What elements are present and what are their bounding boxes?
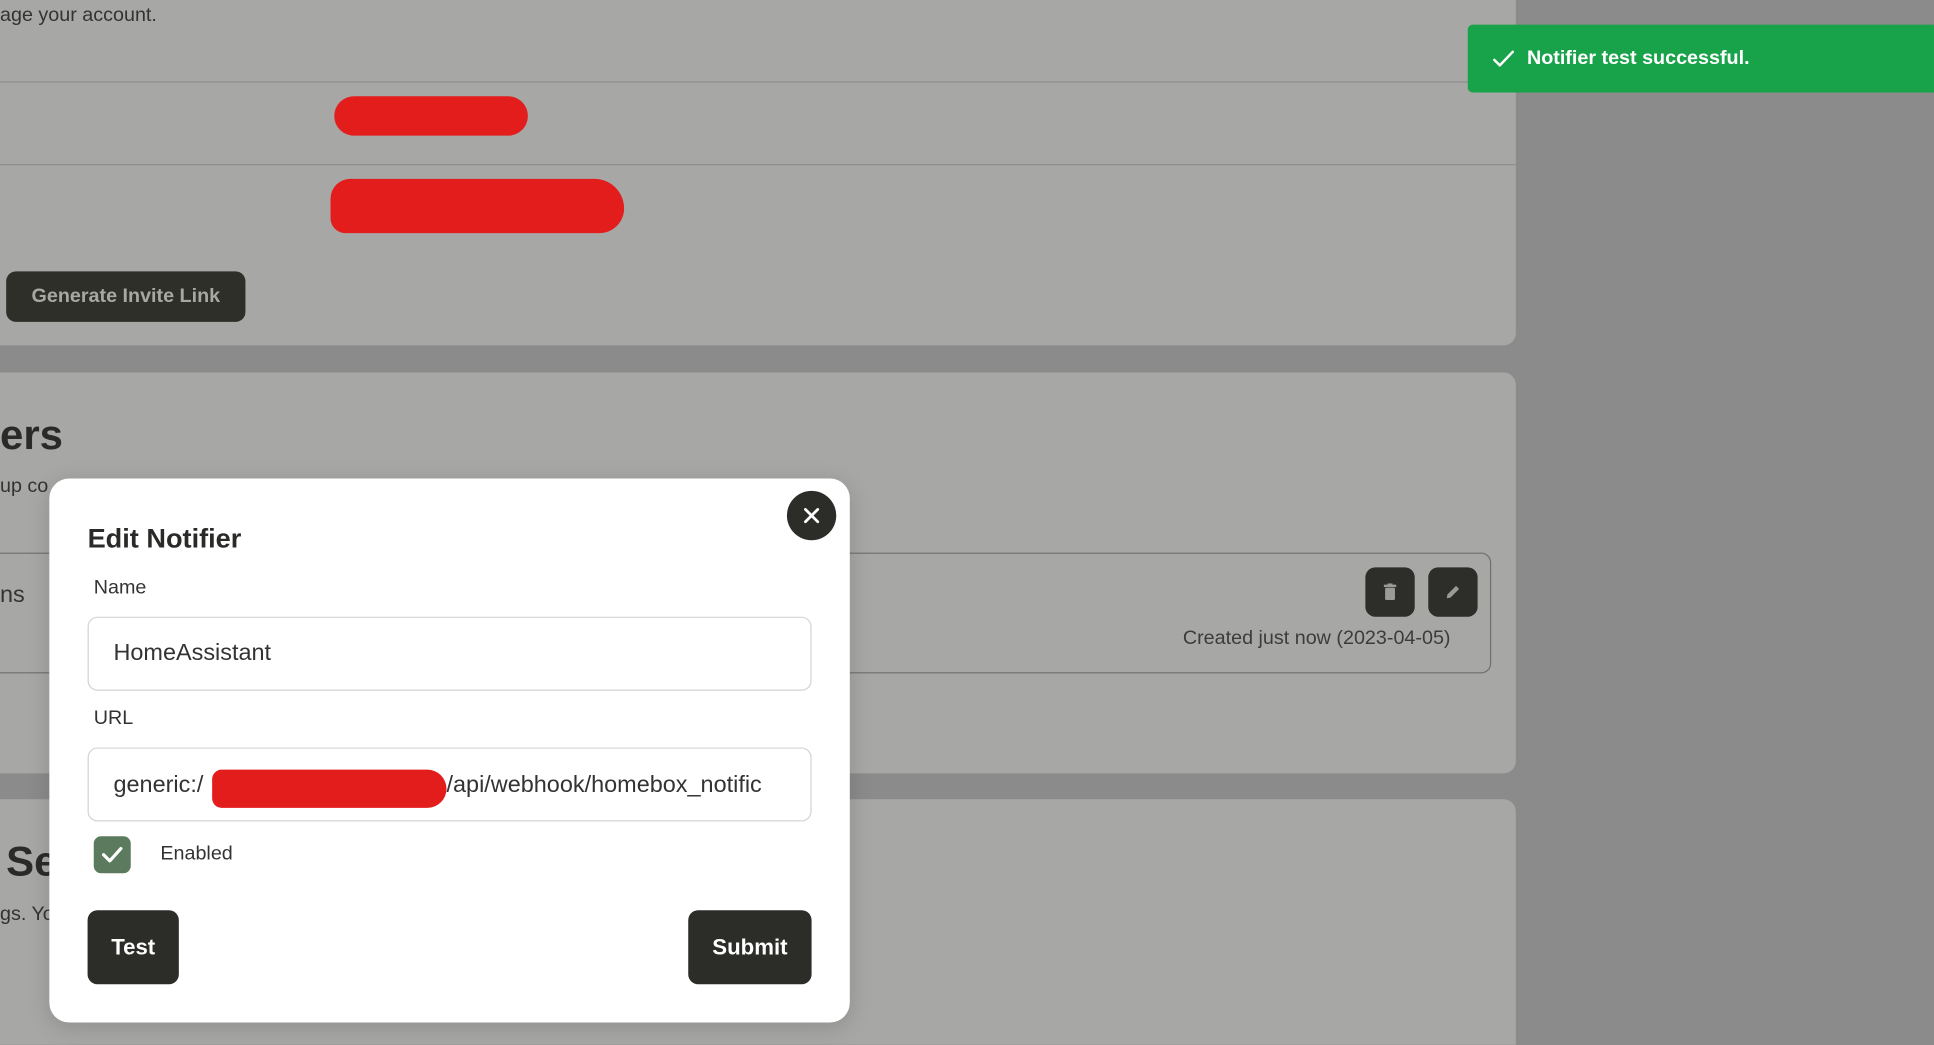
account-description: age your account. [0,4,157,26]
edit-notifier-button[interactable] [1428,567,1478,617]
notifiers-title: ers [0,411,63,459]
edit-notifier-modal: Edit Notifier Name URL generic:/ /api/we… [49,478,850,1023]
close-modal-button[interactable] [786,490,837,541]
trash-icon [1383,583,1397,601]
test-button[interactable]: Test [87,910,179,985]
url-prefix: generic:/ [113,772,204,799]
redacted-url-host [212,769,447,808]
app-screen: age your account. Generate Invite Link e… [0,0,1934,1045]
name-label: Name [93,577,147,599]
redacted-value [330,178,625,234]
close-icon [804,508,820,524]
submit-button[interactable]: Submit [688,910,812,985]
divider [0,164,1516,166]
enabled-label: Enabled [160,843,233,865]
modal-title: Edit Notifier [87,522,242,554]
delete-notifier-button[interactable] [1365,567,1415,617]
redacted-value [334,96,528,136]
pencil-icon [1446,585,1460,599]
divider [0,81,1516,83]
toast-message: Notifier test successful. [1526,47,1750,69]
checkmark-icon [102,846,123,863]
notifiers-description: up co [0,476,49,498]
url-label: URL [93,707,134,729]
url-suffix: /api/webhook/homebox_notific [446,772,762,799]
url-input[interactable]: generic:/ /api/webhook/homebox_notific [87,747,812,822]
check-icon [1493,49,1514,66]
success-toast: Notifier test successful. [1467,24,1934,93]
enabled-checkbox[interactable] [93,836,131,874]
name-input[interactable] [87,616,812,691]
generate-invite-link-button[interactable]: Generate Invite Link [6,271,246,322]
notifier-row-text: ns [0,582,25,609]
created-timestamp: Created just now (2023-04-05) [1182,627,1451,649]
settings-description: gs. Yo [0,904,54,926]
